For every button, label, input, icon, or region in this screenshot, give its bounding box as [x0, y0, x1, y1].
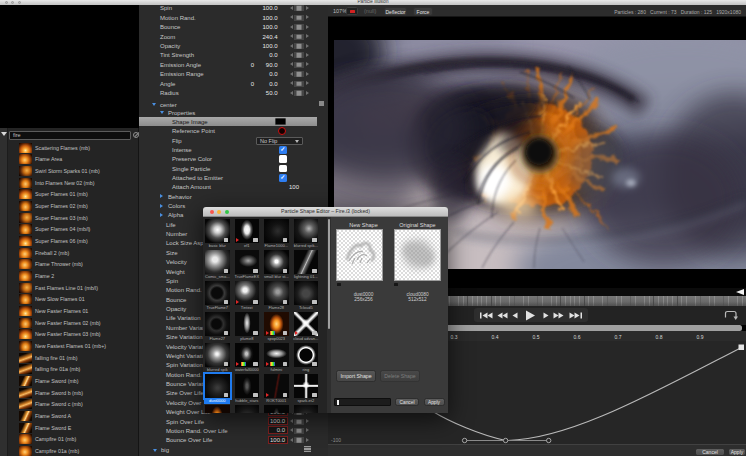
- svg-text:-100: -100: [331, 437, 341, 443]
